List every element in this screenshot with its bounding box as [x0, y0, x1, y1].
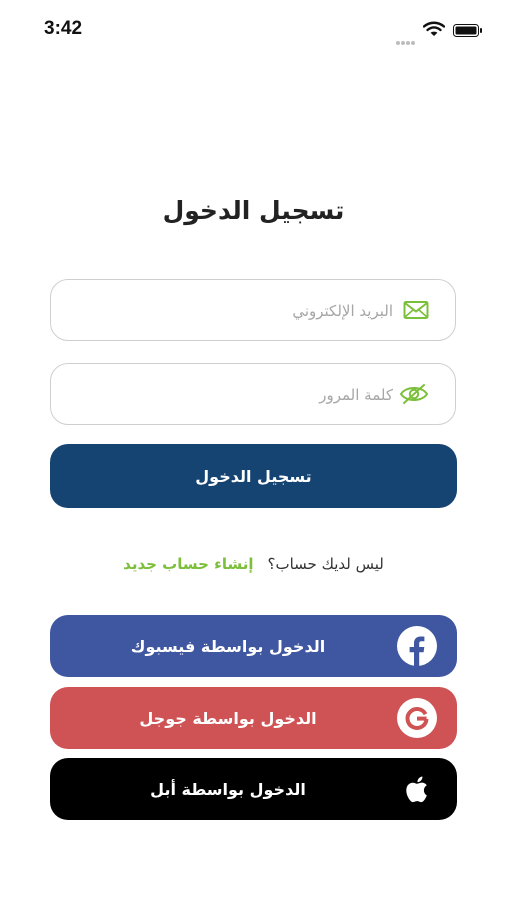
apple-icon [406, 776, 427, 803]
battery-icon [453, 24, 482, 37]
login-button[interactable]: تسجيل الدخول [50, 444, 457, 508]
signal-dots-icon [396, 30, 418, 45]
page-title: تسجيل الدخول [162, 196, 345, 225]
email-field[interactable] [50, 279, 456, 342]
facebook-login-label: الدخول بواسطة فيسبوك [130, 636, 326, 656]
facebook-login-button[interactable]: الدخول بواسطة فيسبوك [50, 615, 457, 677]
google-login-button[interactable]: الدخول بواسطة جوجل [50, 687, 457, 749]
create-account-link[interactable]: إنشاء حساب جديد [123, 555, 253, 573]
google-icon [397, 698, 437, 738]
eye-icon[interactable] [399, 383, 429, 405]
email-input[interactable] [71, 280, 395, 342]
password-field[interactable] [50, 363, 456, 426]
apple-login-label: الدخول بواسطة أبل [150, 779, 306, 799]
envelope-icon [403, 301, 429, 319]
status-time: 3:42 [44, 18, 83, 39]
signup-question: ليس لديك حساب؟ [267, 555, 384, 573]
password-input[interactable] [71, 364, 395, 426]
wifi-icon [423, 21, 445, 36]
status-bar: 3:42 [0, 0, 507, 60]
signup-row: ليس لديك حساب؟ إنشاء حساب جديد [0, 551, 507, 577]
facebook-icon [397, 626, 437, 666]
apple-login-button[interactable]: الدخول بواسطة أبل [50, 758, 457, 820]
google-login-label: الدخول بواسطة جوجل [139, 708, 317, 728]
